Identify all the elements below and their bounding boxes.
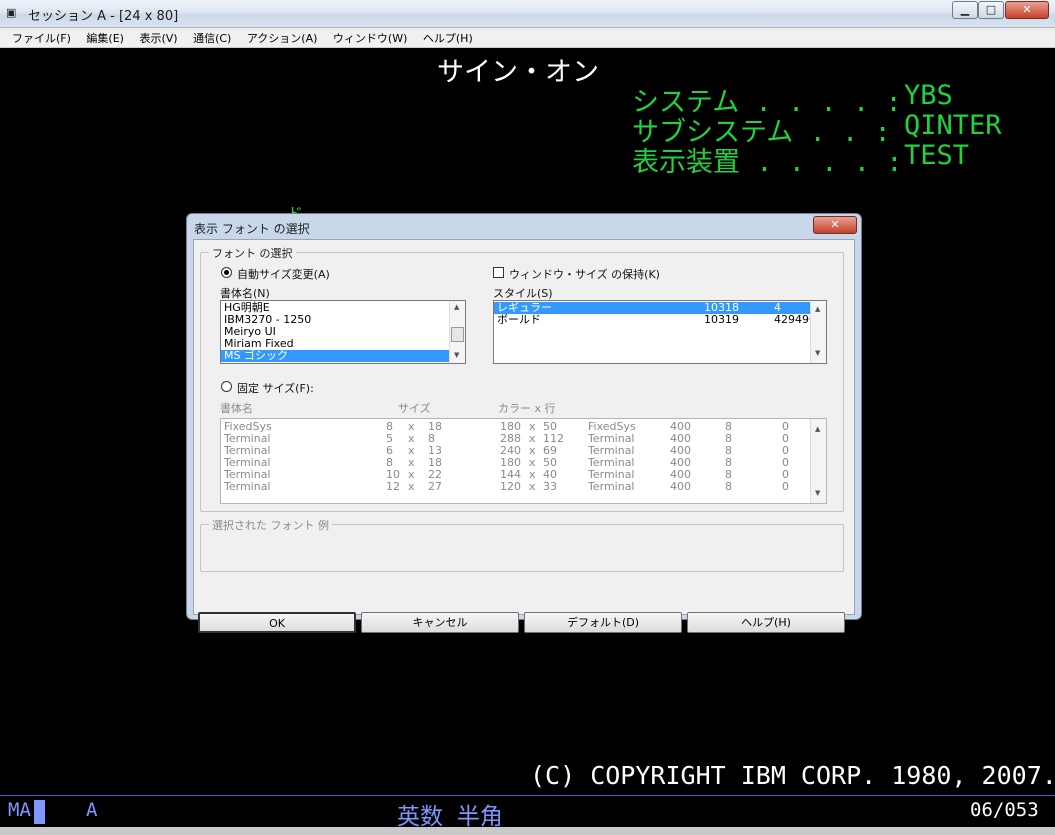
fixed-size-row[interactable]: Terminal 6 x 13 240 x 69 Terminal 400 8 0 — [221, 445, 826, 457]
copyright-text: (C) COPYRIGHT IBM CORP. 1980, 2007. — [530, 761, 1055, 790]
fixed-cell-p: 400 — [670, 480, 691, 493]
fixed-cell-r: 33 — [543, 480, 557, 493]
menu-file[interactable]: ファイル(F) — [12, 28, 71, 46]
font-list-item-selected[interactable]: MS ゴシック — [221, 350, 465, 362]
menu-bar: ファイル(F) 編集(E) 表示(V) 通信(C) アクション(A) ウィンドウ… — [0, 28, 1055, 48]
font-name-label: 書体名(N) — [220, 287, 270, 300]
status-input-mode: 英数 半角 — [397, 804, 503, 830]
dialog-close-button[interactable]: ✕ — [813, 216, 857, 234]
fixed-size-row[interactable]: Terminal 8 x 18 180 x 50 Terminal 400 8 0 — [221, 457, 826, 469]
window-titlebar[interactable]: ▣ セッション A - [24 x 80] ▁ □ ✕ — [0, 0, 1055, 28]
status-mode: MA — [8, 799, 31, 821]
cursor-block — [34, 800, 45, 824]
dialog-body: フォント の選択 自動サイズ変更(A) ウィンドウ・サイズ の保持(K) 書体名… — [193, 239, 855, 633]
menu-help[interactable]: ヘルプ(H) — [423, 28, 473, 46]
system-value: YBS — [904, 80, 953, 111]
fixed-size-row[interactable]: Terminal 5 x 8 288 x 112 Terminal 400 8 0 — [221, 433, 826, 445]
menu-window[interactable]: ウィンドウ(W) — [333, 28, 407, 46]
style-list-item-selected[interactable]: レギュラー 10318 4 — [494, 302, 810, 314]
ok-button[interactable]: OK — [198, 612, 356, 633]
fixed-cell-z: 0 — [782, 480, 789, 493]
default-button[interactable]: デフォルト(D) — [524, 612, 682, 633]
fixed-cell-w: 12 — [386, 480, 400, 493]
scroll-up-arrow-icon[interactable]: ▲ — [815, 425, 820, 433]
subsystem-value: QINTER — [904, 110, 1002, 141]
window-title: セッション A - [24 x 80] — [28, 9, 179, 24]
menu-action[interactable]: アクション(A) — [247, 28, 318, 46]
auto-size-label[interactable]: 自動サイズ変更(A) — [237, 266, 330, 282]
menu-communication[interactable]: 通信(C) — [193, 28, 231, 46]
fixed-header-size: サイズ — [398, 402, 431, 415]
font-sample-legend: 選択された フォント 例 — [209, 517, 332, 533]
close-window-button[interactable]: ✕ — [1005, 1, 1049, 19]
fixed-cell-q: 8 — [725, 480, 732, 493]
scroll-down-arrow-icon[interactable]: ▼ — [815, 349, 820, 357]
keep-window-size-label[interactable]: ウィンドウ・サイズ の保持(K) — [509, 266, 660, 282]
maximize-button[interactable]: □ — [978, 1, 1004, 19]
font-sample-group: 選択された フォント 例 — [200, 517, 844, 572]
cancel-button[interactable]: キャンセル — [361, 612, 519, 633]
fixed-size-label[interactable]: 固定 サイズ(F): — [237, 380, 314, 396]
scroll-up-arrow-icon[interactable]: ▲ — [815, 305, 820, 313]
style-list-scrollbar[interactable]: ▲ ▼ — [810, 301, 826, 363]
status-cursor-position: 06/053 — [970, 799, 1039, 821]
auto-size-radio[interactable] — [221, 267, 232, 278]
fixed-cell-c: 120 — [500, 480, 521, 493]
scroll-up-arrow-icon[interactable]: ▲ — [454, 303, 459, 311]
fixed-cell-name: Terminal — [224, 480, 271, 493]
font-selection-legend: フォント の選択 — [209, 245, 296, 261]
terminal-app-icon[interactable]: ▣ — [6, 6, 22, 20]
minimize-button[interactable]: ▁ — [952, 1, 978, 19]
font-list-scrollbar[interactable]: ▲ ▼ — [449, 301, 465, 363]
font-dialog: 表示 フォント の選択 ✕ フォント の選択 自動サイズ変更(A) ウィンドウ・… — [186, 213, 862, 633]
menu-view[interactable]: 表示(V) — [139, 28, 177, 46]
style-label: スタイル(S) — [493, 287, 553, 300]
fixed-size-radio[interactable] — [221, 381, 232, 392]
fixed-size-row[interactable]: Terminal 10 x 22 144 x 40 Terminal 400 8 0 — [221, 469, 826, 481]
style-name: ボールド — [497, 313, 541, 326]
fixed-header-name: 書体名 — [220, 402, 253, 415]
fixed-size-row[interactable]: Terminal 12 x 27 120 x 33 Terminal 400 8 0 — [221, 481, 826, 493]
font-selection-group: フォント の選択 自動サイズ変更(A) ウィンドウ・サイズ の保持(K) 書体名… — [200, 245, 844, 512]
scroll-thumb[interactable] — [451, 327, 464, 342]
times-separator: x — [408, 480, 415, 493]
signon-heading: サイン・オン — [437, 57, 599, 88]
keep-window-size-checkbox[interactable] — [493, 267, 504, 278]
dialog-title: 表示 フォント の選択 — [194, 222, 310, 236]
style-list-item[interactable]: ボールド 10319 429496 — [494, 313, 816, 326]
scroll-down-arrow-icon[interactable]: ▼ — [454, 351, 459, 359]
fixed-size-row[interactable]: FixedSys 8 x 18 180 x 50 FixedSys 400 8 0 — [221, 421, 826, 433]
font-name-listbox[interactable]: HG明朝E IBM3270 - 1250 Meiryo UI Miriam Fi… — [220, 300, 466, 364]
style-listbox[interactable]: レギュラー 10318 4 ボールド 10319 429496 ▲ ▼ — [493, 300, 827, 364]
fixed-cell-f: Terminal — [588, 480, 635, 493]
times-separator: x — [529, 480, 536, 493]
fixed-list-scrollbar[interactable]: ▲ ▼ — [810, 419, 826, 503]
display-device-value: TEST — [904, 140, 970, 171]
scroll-down-arrow-icon[interactable]: ▼ — [815, 489, 820, 497]
help-button[interactable]: ヘルプ(H) — [687, 612, 845, 633]
menu-edit[interactable]: 編集(E) — [86, 28, 124, 46]
horizontal-scrollbar[interactable] — [0, 827, 1055, 835]
status-field: A — [86, 799, 98, 821]
fixed-size-listbox[interactable]: FixedSys 8 x 18 180 x 50 FixedSys 400 8 0 Terminal 5… — [220, 418, 827, 504]
style-value-a: 10319 — [704, 313, 739, 326]
fixed-cell-h: 27 — [428, 480, 442, 493]
status-bar: MA A 英数 半角 06/053 — [0, 795, 1055, 830]
fixed-header-color-rows: カラー x 行 — [498, 402, 556, 415]
display-device-label: 表示装置 . . . . : — [632, 147, 903, 178]
